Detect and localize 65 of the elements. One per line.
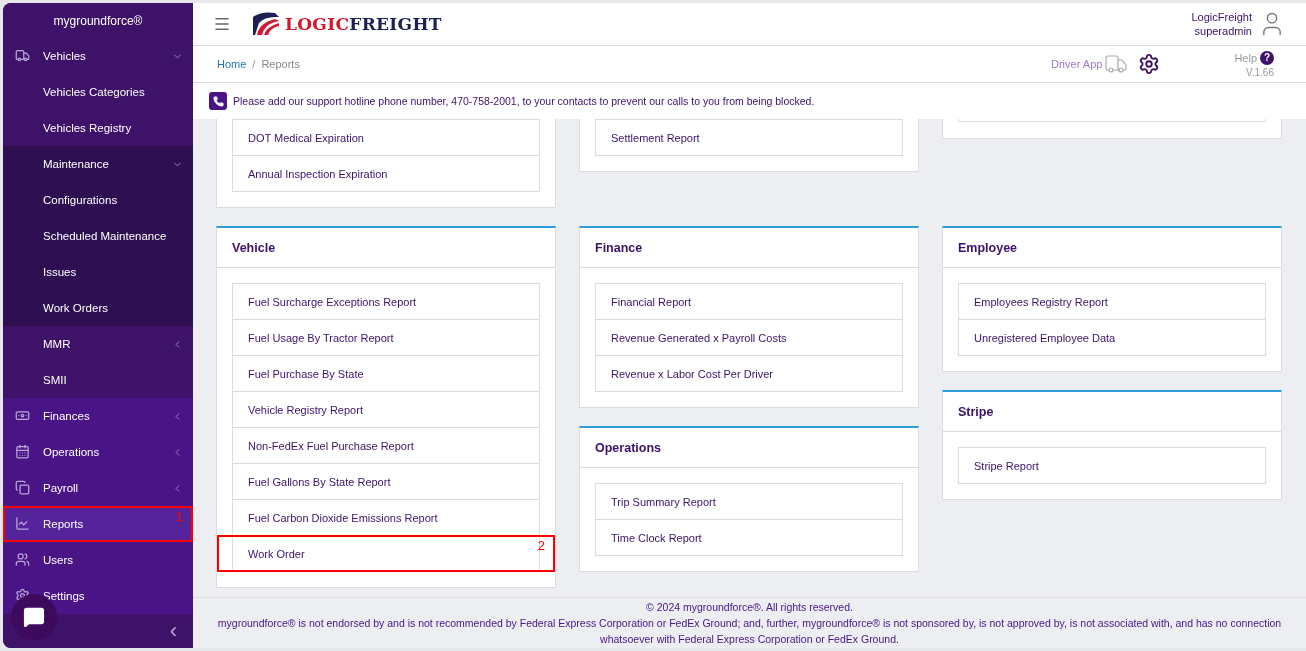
sidebar-item[interactable]: Issues bbox=[3, 254, 193, 291]
help-icon: ? bbox=[1260, 50, 1274, 65]
card-title: Employee bbox=[943, 228, 1281, 268]
card-title: Vehicle bbox=[217, 228, 555, 268]
sidebar-item[interactable]: Maintenance bbox=[3, 146, 193, 183]
calendar-icon bbox=[15, 444, 30, 460]
copy-icon bbox=[15, 480, 30, 496]
report-link[interactable]: Revenue x Labor Cost Per Driver bbox=[595, 355, 903, 392]
annotation-number: 1 bbox=[175, 510, 183, 525]
report-link[interactable]: Stripe Report bbox=[958, 447, 1266, 484]
report-link[interactable]: Revenue Generated x Payroll Costs bbox=[595, 319, 903, 356]
report-link[interactable]: Fuel Surcharge Exceptions Report bbox=[232, 283, 540, 320]
copyright-text: © 2024 mygroundforce®. All rights reserved. bbox=[646, 600, 853, 615]
report-link[interactable]: Fuel Carbon Dioxide Emissions Report bbox=[232, 499, 540, 536]
report-link[interactable]: Vehicle Registry Report bbox=[232, 391, 540, 428]
users-icon bbox=[15, 552, 30, 568]
report-link[interactable]: Financial Report bbox=[595, 283, 903, 320]
breadcrumb-separator: / bbox=[252, 58, 256, 70]
user-name: LogicFreight bbox=[1191, 11, 1252, 23]
report-link[interactable]: Time Clock Report bbox=[595, 519, 903, 556]
truck-icon bbox=[1104, 52, 1129, 76]
sidebar-item[interactable]: Vehicles Registry bbox=[3, 110, 193, 147]
sidebar-item[interactable]: Vehicles Categories bbox=[3, 74, 193, 111]
logo-text: LOGICFREIGHT bbox=[285, 14, 442, 34]
help-link[interactable]: Help ? bbox=[1234, 50, 1274, 65]
sidebar-item[interactable]: MMR bbox=[3, 326, 193, 363]
card-title: Stripe bbox=[943, 392, 1281, 432]
notice-text: Please add our support hotline phone number, 470-758-2001, to your contacts to prevent our calls to you from being blocked. bbox=[233, 95, 815, 107]
report-link[interactable]: Employees Registry Report bbox=[958, 283, 1266, 320]
brand-name: mygroundforce® bbox=[3, 3, 193, 39]
sidebar-item[interactable]: Payroll bbox=[3, 470, 193, 507]
report-link[interactable]: Annual Inspection Expiration bbox=[232, 155, 540, 192]
chart-icon bbox=[15, 516, 30, 532]
sidebar-item[interactable]: Scheduled Maintenance bbox=[3, 218, 193, 255]
sidebar-item[interactable]: SMII bbox=[3, 362, 193, 399]
report-link[interactable]: Trip Summary Report bbox=[595, 483, 903, 520]
settings-icon[interactable] bbox=[1138, 53, 1161, 75]
chat-icon bbox=[23, 606, 45, 628]
logo-icon bbox=[251, 11, 281, 37]
sidebar-item[interactable]: Work Orders bbox=[3, 290, 193, 327]
annotation-number: 2 bbox=[537, 539, 545, 553]
user-role: superadmin bbox=[1194, 25, 1252, 37]
card-title: Finance bbox=[580, 228, 918, 268]
sidebar-item[interactable]: Operations bbox=[3, 434, 193, 471]
report-link[interactable]: Non-FedEx Fuel Purchase Report bbox=[232, 427, 540, 464]
sidebar-item[interactable]: Finances bbox=[3, 398, 193, 435]
breadcrumb-link[interactable]: Home bbox=[217, 58, 247, 70]
phone-icon bbox=[209, 92, 227, 110]
version-label: V.1.66 bbox=[1246, 66, 1274, 78]
report-link[interactable]: Fuel Gallons By State Report bbox=[232, 463, 540, 500]
report-link[interactable]: Unregistered Employee Data bbox=[958, 319, 1266, 356]
sidebar-item[interactable]: Users bbox=[3, 542, 193, 579]
menu-button[interactable] bbox=[213, 15, 231, 33]
report-link[interactable]: Fuel Purchase By State bbox=[232, 355, 540, 392]
disclaimer-text: mygroundforce® is not endorsed by and is not recommended by Federal Express Corporation or FedEx Ground; and, further, mygroundforce® is not sponsored by, is not approved by, is not associated with, and has no connection whatsoever with Federal Express Corporation or FedEx Ground. bbox=[216, 616, 1283, 647]
collapse-button[interactable]: ‹ bbox=[165, 618, 181, 645]
sidebar-item[interactable]: Configurations bbox=[3, 182, 193, 219]
card-title: Operations bbox=[580, 428, 918, 468]
sidebar-item[interactable]: Vehicles bbox=[3, 38, 193, 75]
breadcrumb-current: Reports bbox=[261, 58, 300, 70]
report-link[interactable]: Settlement Report bbox=[595, 119, 903, 156]
report-link[interactable]: DOT Medical Expiration bbox=[232, 119, 540, 156]
report-link[interactable]: Fuel Usage By Tractor Report bbox=[232, 319, 540, 356]
driver-app-link[interactable]: Driver App bbox=[1051, 52, 1129, 76]
truck-icon bbox=[15, 48, 30, 64]
